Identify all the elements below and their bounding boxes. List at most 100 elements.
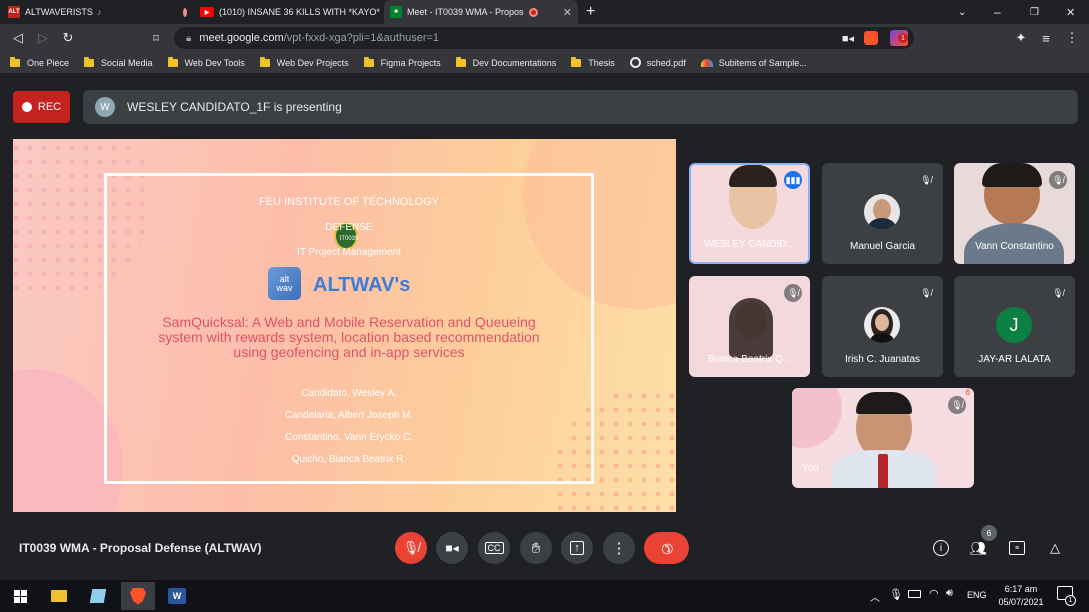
notepad-icon[interactable] — [85, 584, 111, 608]
close-window-icon[interactable]: ✕ — [1060, 0, 1080, 24]
recording-icon — [183, 7, 187, 17]
clock[interactable]: 6:17 am 05/07/2021 — [996, 583, 1046, 609]
leave-call-button[interactable]: ✆ — [644, 532, 689, 564]
media-controls-icon[interactable]: ≡ — [1036, 28, 1056, 48]
reload-icon[interactable]: ↻ — [58, 28, 78, 48]
brave-rewards-icon[interactable]: 1 — [890, 30, 908, 46]
folder-icon — [455, 56, 466, 67]
chat-button[interactable]: ≡ — [1006, 537, 1028, 559]
participant-initial-avatar: J — [996, 307, 1032, 343]
self-view-tile[interactable]: 🎙︎̸ 6 You — [792, 388, 974, 488]
folder-icon — [10, 56, 20, 67]
participant-avatar — [864, 307, 900, 343]
course-name: IT Project Management — [297, 247, 401, 258]
more-options-button[interactable]: ⋮ — [603, 532, 635, 564]
bookmark-social-media[interactable]: Social Media — [84, 56, 153, 68]
input-language[interactable]: ENG — [967, 590, 987, 600]
minimize-icon[interactable]: – — [988, 0, 1008, 24]
microphone-tray-icon[interactable]: 🎙︎ — [889, 588, 903, 601]
bookmark-label: One Piece — [27, 57, 70, 68]
close-tab-icon[interactable]: ✕ — [563, 6, 572, 19]
bookmark-web-dev-tools[interactable]: Web Dev Tools — [167, 56, 245, 68]
camera-icon: ■◂ — [445, 541, 459, 555]
participant-hair — [729, 298, 773, 358]
people-icon: 👥︎ — [969, 539, 987, 556]
folder-icon — [571, 56, 582, 67]
discord-server-icon: ALT — [8, 6, 20, 18]
restore-icon[interactable]: ❐ — [1024, 0, 1044, 24]
brand-name: ALTWAV's — [313, 274, 411, 296]
notification-count-badge: 1 — [1065, 595, 1076, 606]
thesis-title: SamQuicksal: A Web and Mobile Reservatio… — [158, 314, 540, 360]
more-vert-icon: ⋮ — [611, 540, 627, 557]
participant-tile[interactable]: 🎙︎̸ Vann Constantino — [954, 163, 1075, 264]
participant-tile[interactable]: 🎙︎̸ Bianca Beatrix Q... — [689, 276, 810, 377]
present-icon: ↑ — [570, 541, 584, 555]
mic-off-icon: 🎙︎̸ — [784, 284, 802, 302]
participant-hair — [729, 165, 777, 187]
raise-hand-button[interactable]: ✋︎ — [520, 532, 552, 564]
brave-browser-icon[interactable] — [121, 582, 155, 610]
tab-altwaverists[interactable]: ALT ALTWAVERISTS ♪ — [2, 0, 170, 24]
extensions-icon[interactable]: ✦ — [1011, 28, 1031, 48]
people-button[interactable]: 👥︎ 6 — [967, 525, 997, 559]
bookmark-figma-projects[interactable]: Figma Projects — [363, 56, 441, 68]
new-tab-button[interactable]: + — [580, 0, 602, 24]
participant-name: Vann Constantino — [975, 241, 1054, 252]
camera-toggle-button[interactable]: ■◂ — [436, 532, 468, 564]
present-now-button[interactable]: ↑ — [561, 532, 593, 564]
camera-in-use-icon[interactable]: ■◂ — [842, 32, 854, 45]
globe-icon — [629, 57, 641, 68]
mic-off-icon: 🎙︎̸ — [1049, 171, 1067, 189]
bookmark-thesis[interactable]: Thesis — [571, 56, 615, 68]
participant-tile[interactable]: 🎙︎̸ J JAY-AR LALATA — [954, 276, 1075, 377]
tab-meet[interactable]: ■ Meet - IT0039 WMA - Propos ✕ — [384, 0, 578, 24]
back-icon[interactable]: ◁ — [8, 28, 28, 48]
wifi-icon[interactable]: ◠ — [929, 587, 939, 600]
bookmark-one-piece[interactable]: One Piece — [10, 56, 70, 68]
show-hidden-icons-icon[interactable]: ︿ — [870, 589, 880, 604]
menu-icon[interactable]: ⋮ — [1062, 28, 1082, 48]
tab-search-icon[interactable]: ⌄ — [952, 0, 972, 24]
url-path: /vpt-fxxd-xga?pli=1&authuser=1 — [283, 32, 440, 44]
people-count-badge: 6 — [981, 525, 997, 541]
mic-off-icon: 🎙︎̸ — [917, 171, 935, 189]
defense-label: DEFENSE — [325, 222, 373, 233]
meeting-details-button[interactable]: i — [930, 537, 952, 559]
participant-tile[interactable]: ▮▮▮ WESLEY CANDID... — [689, 163, 810, 264]
captions-button[interactable]: CC — [478, 532, 510, 564]
participant-tile[interactable]: 🎙︎̸ Manuel Garcia — [822, 163, 943, 264]
author: Candelaria, Albert Joseph M. — [284, 410, 414, 421]
bookmark-dev-documentations[interactable]: Dev Documentations — [455, 56, 556, 68]
meeting-title: IT0039 WMA - Proposal Defense (ALTWAV) — [19, 541, 262, 555]
bookmark-label: Figma Projects — [380, 57, 441, 68]
bookmark-sched-pdf[interactable]: sched.pdf — [629, 57, 686, 68]
bookmark-web-dev-projects[interactable]: Web Dev Projects — [259, 56, 349, 68]
self-hair — [856, 392, 912, 414]
bookmark-label: Thesis — [588, 57, 615, 68]
participant-tile[interactable]: 🎙︎̸ Irish C. Juanatas — [822, 276, 943, 377]
captions-icon: CC — [484, 542, 504, 554]
activities-button[interactable]: △ — [1044, 537, 1066, 559]
bookmark-icon[interactable]: ⌑ — [146, 28, 166, 48]
volume-icon[interactable]: 🔊︎ — [946, 587, 953, 600]
tab-youtube[interactable]: ▶ (1010) INSANE 36 KILLS WITH *KAYO* — [194, 0, 380, 24]
tab-recording-indicator[interactable] — [172, 0, 192, 24]
presentation-slide: FEU INSTITUTE OF TECHNOLOGY DEFENSE IT00… — [13, 139, 676, 512]
word-icon[interactable]: W — [164, 584, 190, 608]
mic-toggle-button[interactable]: 🎙︎̸ — [395, 532, 427, 564]
file-explorer-icon[interactable] — [46, 584, 72, 608]
forward-icon[interactable]: ▷ — [33, 28, 53, 48]
recording-indicator[interactable]: REC — [13, 91, 70, 123]
mic-off-icon: 🎙︎̸ — [1049, 284, 1067, 302]
tab-title: Meet - IT0039 WMA - Propos — [407, 7, 524, 17]
clock-date: 05/07/2021 — [998, 597, 1044, 607]
folder-icon — [259, 56, 270, 67]
brave-shield-icon[interactable] — [864, 31, 878, 45]
hang-up-icon: ✆ — [657, 538, 677, 559]
hand-icon: ✋︎ — [531, 539, 541, 557]
bookmark-subitems[interactable]: Subitems of Sample... — [700, 58, 807, 68]
address-bar[interactable]: 🔒︎ meet.google.com/vpt-fxxd-xga?pli=1&au… — [174, 27, 914, 49]
windows-start-icon[interactable] — [7, 584, 33, 608]
battery-icon[interactable] — [908, 590, 921, 598]
